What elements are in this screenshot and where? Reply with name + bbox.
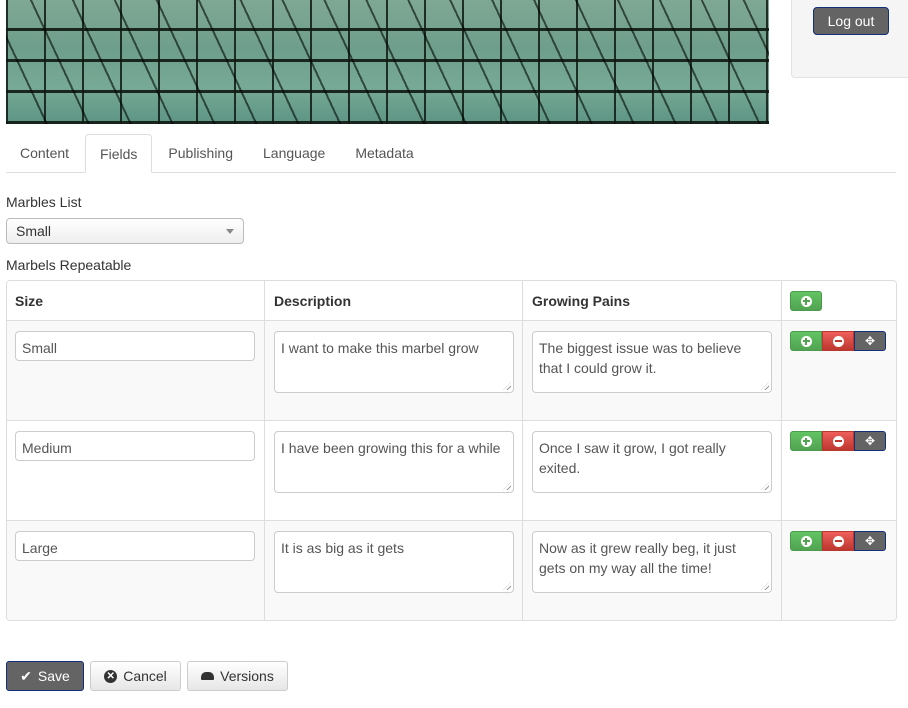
move-arrows-icon: ✥	[864, 534, 876, 548]
growing-pains-textarea[interactable]: Once I saw it grow, I got really exited.	[532, 431, 772, 493]
archive-tray-icon	[201, 672, 215, 680]
versions-label: Versions	[220, 668, 274, 684]
add-row-button[interactable]	[790, 291, 822, 311]
size-input[interactable]: Medium	[15, 431, 255, 461]
table-row: Medium I have been growing this for a wh…	[7, 421, 896, 521]
remove-row-button[interactable]	[822, 531, 854, 551]
tab-publishing[interactable]: Publishing	[154, 134, 247, 172]
save-label: Save	[37, 668, 70, 684]
move-row-handle[interactable]: ✥	[854, 431, 886, 451]
column-header-description: Description	[274, 293, 352, 309]
resize-grip-icon[interactable]	[761, 482, 769, 490]
add-row-after-button[interactable]	[790, 331, 822, 351]
plus-circle-icon	[800, 535, 812, 547]
growing-pains-text: Now as it grew really beg, it just gets …	[539, 540, 736, 576]
growing-pains-textarea[interactable]: The biggest issue was to believe that I …	[532, 331, 772, 393]
description-textarea[interactable]: I have been growing this for a while	[274, 431, 514, 493]
resize-grip-icon[interactable]	[761, 582, 769, 590]
growing-pains-text: Once I saw it grow, I got really exited.	[539, 440, 726, 476]
size-input[interactable]: Small	[15, 331, 255, 361]
column-divider	[522, 281, 523, 620]
checkmark-icon: ✔	[20, 667, 32, 684]
tab-content[interactable]: Content	[6, 134, 83, 172]
minus-circle-icon	[832, 335, 844, 347]
cancel-circle-icon: ✕	[104, 669, 118, 683]
column-header-size: Size	[15, 293, 44, 309]
logout-button[interactable]: Log out	[813, 7, 889, 35]
article-image-banner	[6, 0, 769, 124]
description-textarea[interactable]: I want to make this marbel grow	[274, 331, 514, 393]
row-actions: ✥	[790, 331, 886, 351]
description-textarea[interactable]: It is as big as it gets	[274, 531, 514, 593]
plus-circle-icon	[800, 295, 812, 307]
description-text: I want to make this marbel grow	[281, 340, 479, 356]
marbles-list-value: Small	[16, 223, 52, 239]
minus-circle-icon	[832, 535, 844, 547]
repeatable-table: Size Description Growing Pains Small I w…	[6, 280, 897, 621]
marbels-repeatable-label: Marbels Repeatable	[6, 257, 132, 273]
chevron-down-icon	[226, 229, 234, 234]
plus-circle-icon	[800, 435, 812, 447]
row-actions: ✥	[790, 531, 886, 551]
table-header-row: Size Description Growing Pains	[7, 281, 896, 321]
row-actions: ✥	[790, 431, 886, 451]
column-divider	[781, 281, 782, 620]
growing-pains-textarea[interactable]: Now as it grew really beg, it just gets …	[532, 531, 772, 593]
growing-pains-text: The biggest issue was to believe that I …	[539, 340, 742, 376]
move-arrows-icon: ✥	[864, 334, 876, 348]
move-arrows-icon: ✥	[864, 434, 876, 448]
column-divider	[264, 281, 265, 620]
minus-circle-icon	[832, 435, 844, 447]
resize-grip-icon[interactable]	[503, 582, 511, 590]
move-row-handle[interactable]: ✥	[854, 531, 886, 551]
remove-row-button[interactable]	[822, 331, 854, 351]
tab-metadata[interactable]: Metadata	[341, 134, 427, 172]
move-row-handle[interactable]: ✥	[854, 331, 886, 351]
add-row-after-button[interactable]	[790, 531, 822, 551]
resize-grip-icon[interactable]	[761, 382, 769, 390]
tab-fields[interactable]: Fields	[85, 134, 153, 173]
save-button[interactable]: ✔ Save	[6, 661, 84, 691]
resize-grip-icon[interactable]	[503, 482, 511, 490]
versions-button[interactable]: Versions	[187, 661, 288, 691]
table-row: Large It is as big as it gets Now as it …	[7, 521, 896, 620]
table-row: Small I want to make this marbel grow Th…	[7, 321, 896, 421]
tab-language[interactable]: Language	[249, 134, 339, 172]
column-header-growing-pains: Growing Pains	[532, 293, 631, 309]
marbles-list-label: Marbles List	[6, 194, 82, 210]
plus-circle-icon	[800, 335, 812, 347]
resize-grip-icon[interactable]	[503, 382, 511, 390]
remove-row-button[interactable]	[822, 431, 854, 451]
user-panel: Hi Super User, Log out	[791, 0, 908, 78]
cancel-label: Cancel	[123, 668, 167, 684]
editor-tabs: Content Fields Publishing Language Metad…	[6, 134, 896, 173]
description-text: It is as big as it gets	[281, 540, 404, 556]
description-text: I have been growing this for a while	[281, 440, 501, 456]
add-row-after-button[interactable]	[790, 431, 822, 451]
size-input[interactable]: Large	[15, 531, 255, 561]
marbles-list-select[interactable]: Small	[6, 218, 244, 244]
cancel-button[interactable]: ✕ Cancel	[90, 661, 181, 691]
